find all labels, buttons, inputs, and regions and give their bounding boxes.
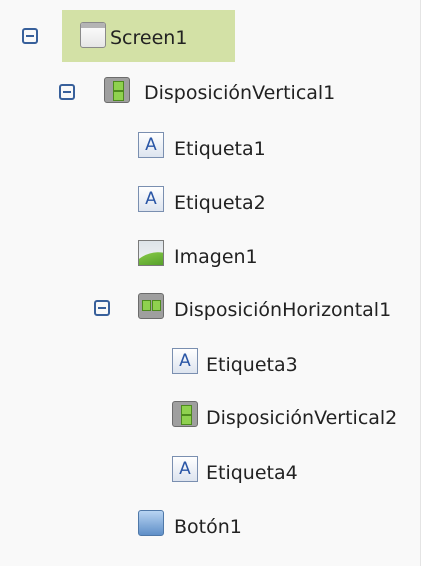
screen-icon bbox=[80, 22, 106, 48]
tree-node-etiqueta1[interactable]: A Etiqueta1 bbox=[136, 124, 336, 168]
tree-node-screen1[interactable]: Screen1 bbox=[62, 14, 235, 58]
tree-node-label: Imagen1 bbox=[174, 246, 258, 268]
tree-node-label: DisposiciónVertical2 bbox=[206, 407, 398, 429]
tree-node-disposicionvertical1[interactable]: DisposiciónVertical1 bbox=[100, 70, 400, 114]
tree-node-label: Etiqueta4 bbox=[206, 462, 298, 484]
collapse-toggle-screen1[interactable] bbox=[22, 28, 38, 44]
tree-node-etiqueta4[interactable]: A Etiqueta4 bbox=[170, 448, 370, 492]
label-icon: A bbox=[172, 456, 198, 482]
horizontal-arrangement-icon bbox=[138, 293, 164, 319]
tree-node-label: Etiqueta3 bbox=[206, 354, 298, 376]
tree-node-etiqueta2[interactable]: A Etiqueta2 bbox=[136, 178, 336, 222]
tree-node-label: Etiqueta1 bbox=[174, 138, 266, 160]
tree-node-label: Screen1 bbox=[110, 27, 188, 49]
collapse-toggle-horizontal1[interactable] bbox=[94, 300, 110, 316]
tree-node-disposicionvertical2[interactable]: DisposiciónVertical2 bbox=[170, 394, 420, 438]
vertical-arrangement-icon bbox=[172, 401, 198, 427]
button-icon bbox=[138, 510, 164, 536]
components-tree-panel: Screen1 DisposiciónVertical1 A Etiqueta1… bbox=[0, 0, 421, 566]
image-icon bbox=[138, 240, 164, 266]
tree-node-disposicionhorizontal1[interactable]: DisposiciónHorizontal1 bbox=[136, 286, 420, 330]
tree-node-label: DisposiciónVertical1 bbox=[144, 82, 336, 104]
tree-node-label: DisposiciónHorizontal1 bbox=[174, 299, 392, 321]
tree-node-label: Botón1 bbox=[174, 516, 242, 538]
label-icon: A bbox=[172, 348, 198, 374]
label-icon: A bbox=[138, 186, 164, 212]
tree-node-label: Etiqueta2 bbox=[174, 192, 266, 214]
tree-node-etiqueta3[interactable]: A Etiqueta3 bbox=[170, 340, 370, 384]
label-icon: A bbox=[138, 132, 164, 158]
tree-node-boton1[interactable]: Botón1 bbox=[136, 502, 336, 546]
collapse-toggle-vertical1[interactable] bbox=[59, 84, 75, 100]
tree-node-imagen1[interactable]: Imagen1 bbox=[136, 232, 336, 276]
vertical-arrangement-icon bbox=[104, 77, 130, 103]
